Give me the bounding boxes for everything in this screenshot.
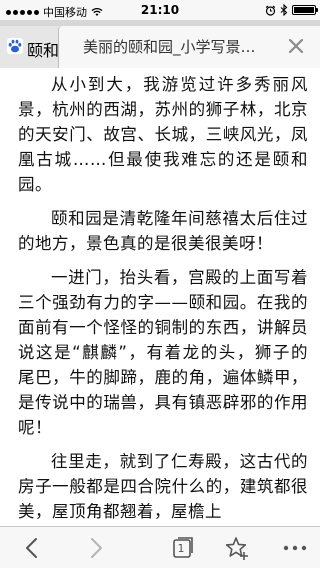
tabs-button[interactable]: 1 xyxy=(170,535,196,561)
page-content[interactable]: 从小到大，我游览过许多秀丽风景，杭州的西湖，苏州的狮子林，北京的天安门、故宫、长… xyxy=(0,68,320,526)
browser-toolbar: 1 xyxy=(0,526,320,568)
article-paragraph: 往里走，就到了仁寿殿，这古代的房子一般都是四合院什么的，建筑都很美，屋顶角都翘着… xyxy=(18,452,308,521)
status-bar: 中国移动 21:10 xyxy=(0,0,320,20)
more-icon[interactable] xyxy=(282,535,308,561)
tab-title: 颐和 xyxy=(27,41,60,60)
alarm-clock-icon xyxy=(265,5,276,16)
tab-count: 1 xyxy=(177,542,185,555)
baidu-paw-icon xyxy=(7,38,23,54)
battery-icon xyxy=(292,5,318,15)
tab-inactive[interactable]: 颐和 xyxy=(0,26,62,68)
bluetooth-icon xyxy=(280,4,288,16)
article-paragraph: 一进门，抬头看，宫殿的上面写着三个强劲有力的字——颐和园。在我的面前有一个怪怪的… xyxy=(18,268,308,437)
close-tab-icon[interactable] xyxy=(284,34,308,58)
forward-arrow-icon[interactable] xyxy=(82,535,108,561)
tab-active[interactable]: 美丽的颐和园_小学写景… xyxy=(58,26,320,69)
article-paragraph: 颐和园是清乾隆年间慈禧太后住过的地方，景色真的是很美很美呀！ xyxy=(18,209,308,253)
status-right xyxy=(265,4,318,16)
bookmark-star-icon[interactable] xyxy=(224,535,250,561)
back-arrow-icon[interactable] xyxy=(20,535,46,561)
article-body: 从小到大，我游览过许多秀丽风景，杭州的西湖，苏州的狮子林，北京的天安门、故宫、长… xyxy=(0,68,320,524)
battery-level xyxy=(294,7,314,13)
tab-title: 美丽的颐和园_小学写景… xyxy=(83,38,256,56)
browser-tab-bar: 颐和 美丽的颐和园_小学写景… xyxy=(0,20,320,69)
article-paragraph: 从小到大，我游览过许多秀丽风景，杭州的西湖，苏州的狮子林，北京的天安门、故宫、长… xyxy=(18,75,308,194)
